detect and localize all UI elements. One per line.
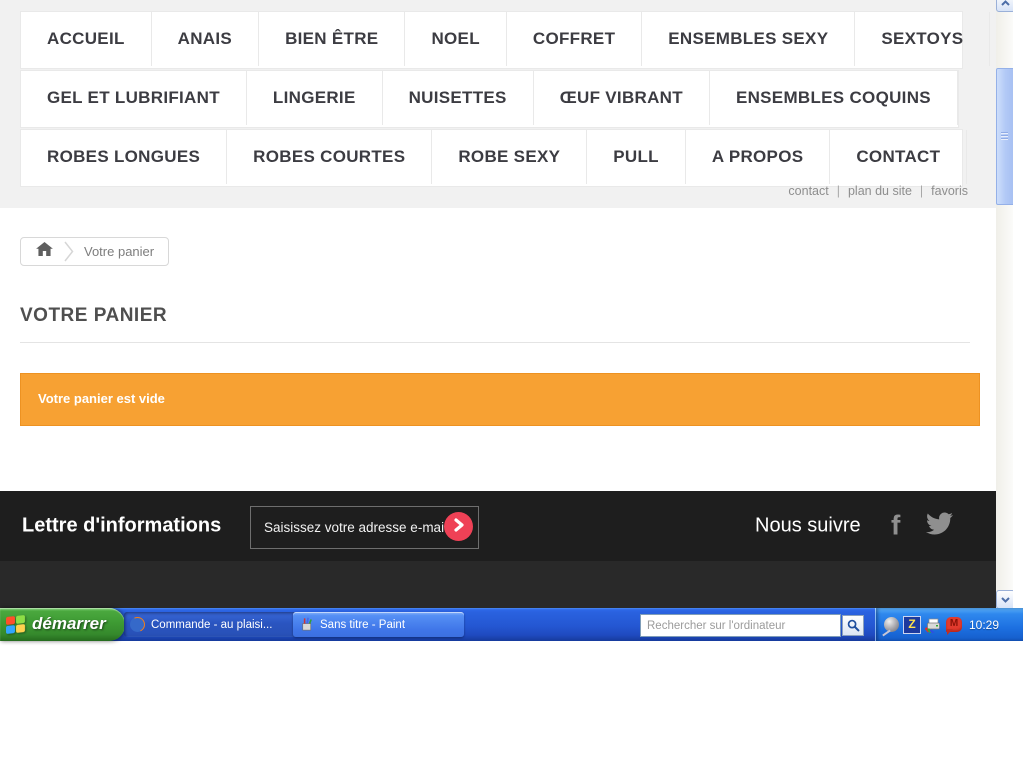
- scroll-up-button[interactable]: [996, 0, 1013, 12]
- scroll-down-button[interactable]: [996, 590, 1013, 608]
- newsletter-form: [250, 506, 531, 549]
- footer-bottom-strip: [0, 561, 996, 608]
- menu-row-2: GEL ET LUBRIFIANT LINGERIE NUISETTES ŒUF…: [20, 70, 959, 128]
- menu-item-a-propos[interactable]: A PROPOS: [686, 130, 831, 184]
- menu-item-pull[interactable]: PULL: [587, 130, 686, 184]
- search-button[interactable]: [842, 615, 864, 636]
- windows-logo-icon: [6, 615, 25, 634]
- facebook-icon[interactable]: f: [891, 509, 900, 541]
- empty-cart-alert: Votre panier est vide: [20, 373, 980, 426]
- taskbar-item-firefox[interactable]: Commande - au plaisi...: [124, 612, 301, 637]
- scrollbar-grip-icon: [1001, 132, 1008, 141]
- menu-item-gel-et-lubrifiant[interactable]: GEL ET LUBRIFIANT: [21, 71, 247, 125]
- taskbar-item-label: Sans titre - Paint: [320, 618, 406, 631]
- taskbar-search: [640, 614, 864, 637]
- main-navigation: ACCUEIL ANAIS BIEN ÊTRE NOEL COFFRET ENS…: [20, 11, 991, 188]
- messenger-icon[interactable]: M: [946, 617, 962, 635]
- breadcrumb: Votre panier: [20, 237, 170, 266]
- breadcrumb-home-link[interactable]: [21, 242, 64, 261]
- scrollbar-thumb[interactable]: [996, 68, 1013, 205]
- menu-item-contact[interactable]: CONTACT: [830, 130, 968, 184]
- newsletter-label: Lettre d'informations: [22, 514, 222, 537]
- menu-item-robes-longues[interactable]: ROBES LONGUES: [21, 130, 228, 184]
- firefox-icon: [130, 617, 145, 632]
- menu-item-coffret[interactable]: COFFRET: [507, 12, 643, 66]
- xp-taskbar: démarrer Commande - au plaisi... Sans ti…: [0, 608, 1023, 641]
- tray-clock: 10:29: [969, 617, 1000, 632]
- menu-item-sextoys[interactable]: SEXTOYS: [855, 12, 991, 66]
- link-contact[interactable]: contact: [788, 184, 828, 198]
- home-icon: [36, 242, 53, 261]
- follow-us-label: Nous suivre: [755, 514, 861, 537]
- title-divider: [20, 342, 970, 343]
- taskbar-item-paint[interactable]: Sans titre - Paint: [293, 612, 464, 637]
- browser-viewport: ACCUEIL ANAIS BIEN ÊTRE NOEL COFFRET ENS…: [0, 0, 996, 608]
- menu-item-ensembles-sexy[interactable]: ENSEMBLES SEXY: [642, 12, 856, 66]
- menu-item-ensembles-coquins[interactable]: ENSEMBLES COQUINS: [710, 71, 958, 125]
- arrow-right-icon: [452, 517, 466, 536]
- taskbar-item-label: Commande - au plaisi...: [151, 618, 273, 631]
- chevron-right-icon: [64, 239, 74, 264]
- menu-item-bien-etre[interactable]: BIEN ÊTRE: [259, 12, 406, 66]
- utility-links: contactplan du sitefavoris: [788, 184, 968, 198]
- page-title: VOTRE PANIER: [20, 305, 168, 326]
- menu-item-oeuf-vibrant[interactable]: ŒUF VIBRANT: [534, 71, 710, 125]
- start-button[interactable]: démarrer: [0, 608, 125, 641]
- paint-icon: [299, 617, 314, 632]
- volume-icon[interactable]: [884, 617, 899, 632]
- menu-item-anais[interactable]: ANAIS: [152, 12, 260, 66]
- browser-scrollbar[interactable]: [996, 0, 1013, 608]
- newsletter-email-input[interactable]: [251, 507, 531, 548]
- menu-item-accueil[interactable]: ACCUEIL: [21, 12, 152, 66]
- search-icon: [847, 619, 860, 632]
- system-tray: Z M 10:29: [875, 608, 1023, 641]
- twitter-icon[interactable]: [926, 512, 953, 540]
- menu-item-lingerie[interactable]: LINGERIE: [247, 71, 383, 125]
- link-plan-du-site[interactable]: plan du site: [829, 184, 912, 198]
- start-button-label: démarrer: [32, 613, 106, 633]
- desktop-search-input[interactable]: [640, 614, 841, 637]
- menu-item-robes-courtes[interactable]: ROBES COURTES: [227, 130, 433, 184]
- menu-item-robe-sexy[interactable]: ROBE SEXY: [432, 130, 588, 184]
- main-content: Votre panier VOTRE PANIER Votre panier e…: [0, 208, 996, 491]
- link-favoris[interactable]: favoris: [912, 184, 968, 198]
- menu-row-1: ACCUEIL ANAIS BIEN ÊTRE NOEL COFFRET ENS…: [20, 11, 991, 69]
- menu-item-noel[interactable]: NOEL: [405, 12, 507, 66]
- menu-row-3: ROBES LONGUES ROBES COURTES ROBE SEXY PU…: [20, 129, 968, 187]
- zonealarm-icon[interactable]: Z: [903, 615, 921, 634]
- footer-newsletter: Lettre d'informations Nous suivre f: [0, 491, 996, 561]
- header-menu-area: ACCUEIL ANAIS BIEN ÊTRE NOEL COFFRET ENS…: [0, 0, 996, 208]
- menu-item-nuisettes[interactable]: NUISETTES: [383, 71, 534, 125]
- printer-icon[interactable]: [925, 617, 942, 633]
- newsletter-submit-button[interactable]: [444, 512, 473, 541]
- breadcrumb-current: Votre panier: [84, 244, 155, 259]
